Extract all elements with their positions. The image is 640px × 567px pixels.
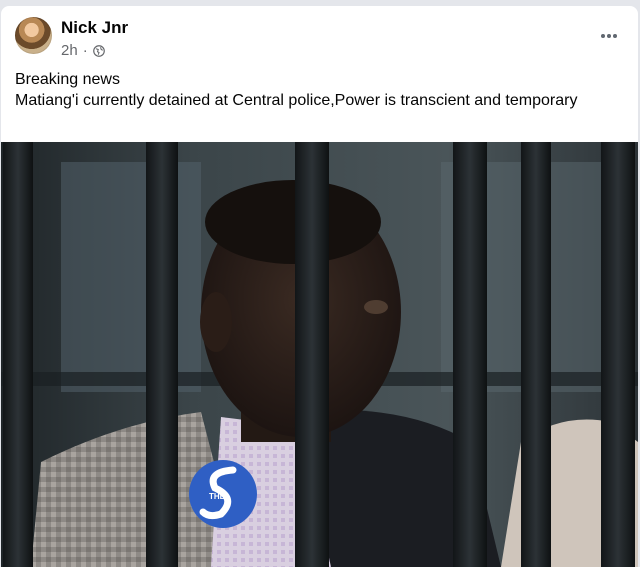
post-meta: 2h · [61, 42, 105, 59]
watermark-text: THE [209, 492, 226, 501]
photo-scene: THE [1, 142, 638, 567]
author-name[interactable]: Nick Jnr [61, 18, 128, 38]
author-avatar[interactable] [15, 17, 52, 54]
more-options-button[interactable] [596, 26, 622, 46]
meta-separator: · [82, 42, 88, 59]
post-timestamp[interactable]: 2h [61, 42, 78, 59]
post-line-headline: Breaking news [15, 71, 120, 88]
more-horizontal-icon [601, 34, 617, 38]
post-header: Nick Jnr 2h · [1, 6, 638, 68]
facebook-post: Nick Jnr 2h · Breaking news Matiang'i cu… [1, 6, 638, 567]
post-text: Breaking news Matiang'i currently detain… [15, 69, 615, 111]
globe-icon[interactable] [92, 44, 105, 57]
post-photo[interactable]: THE [1, 142, 638, 567]
post-line-body: Matiang'i currently detained at Central … [15, 92, 578, 109]
